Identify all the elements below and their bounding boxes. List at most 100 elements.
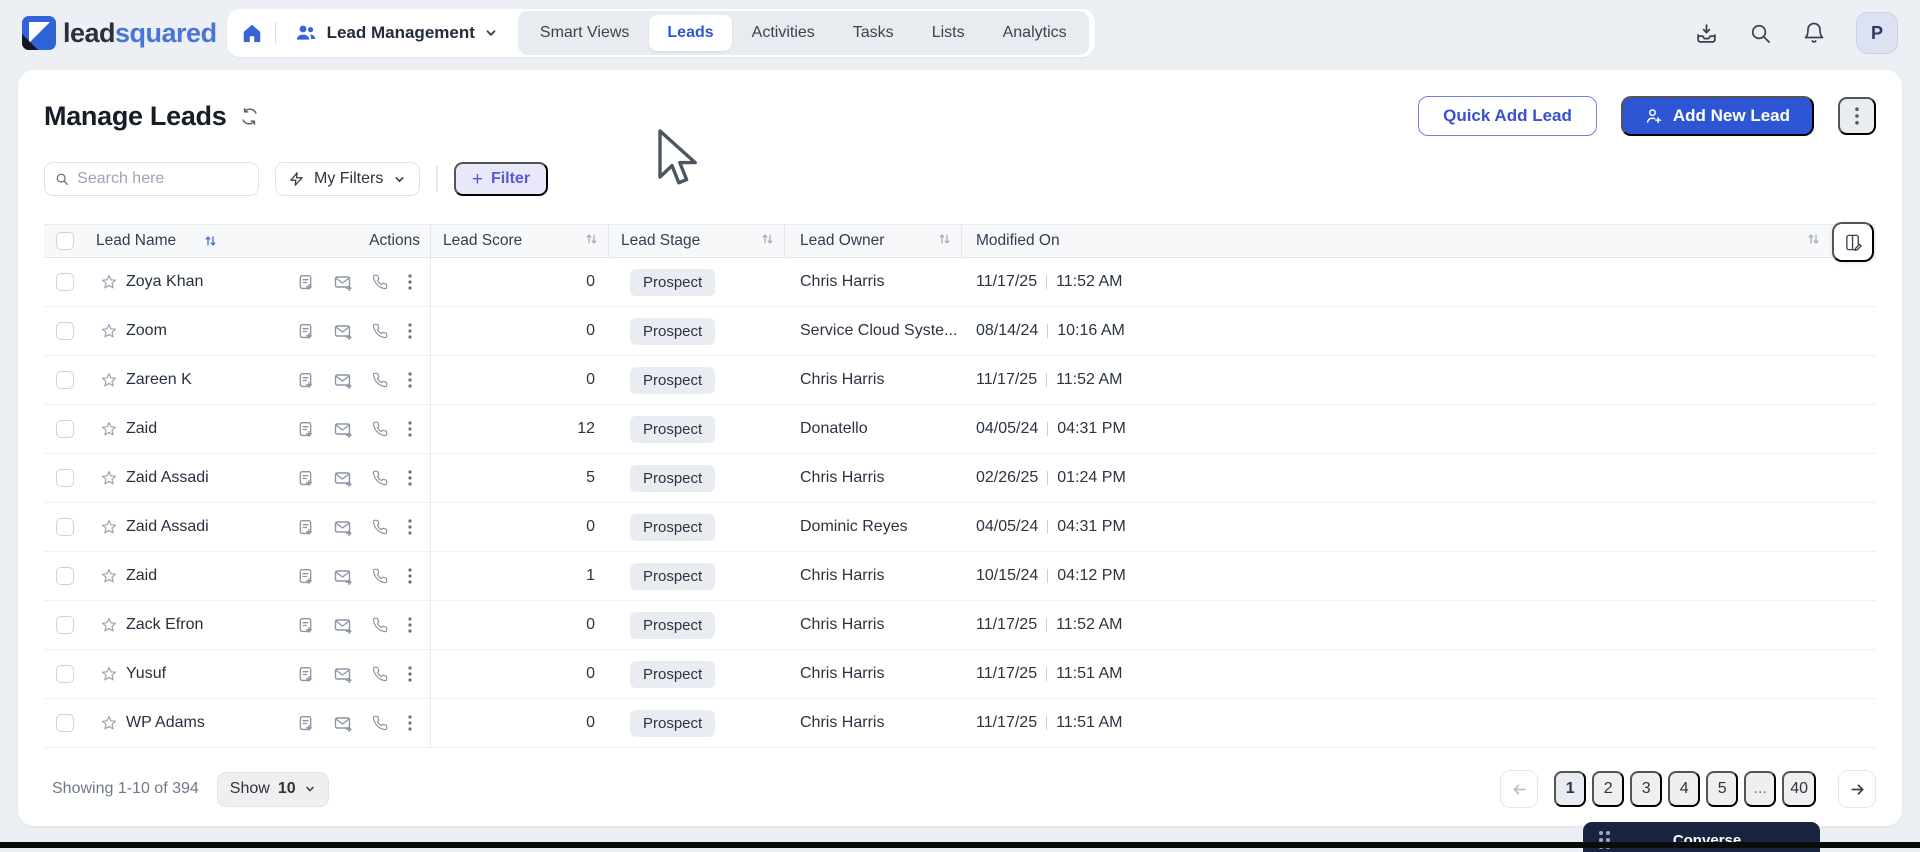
lead-name-link[interactable]: Zareen K [126,371,192,389]
star-icon[interactable] [101,274,117,290]
table-row[interactable]: Zaid Assadi [44,503,1876,552]
row-menu-icon[interactable] [408,470,412,486]
add-activity-icon[interactable] [297,470,314,487]
call-icon[interactable] [372,274,388,290]
col-lead-owner[interactable]: Lead Owner [800,232,884,250]
col-modified-on[interactable]: Modified On [976,232,1060,250]
lead-name-link[interactable]: Zaid [126,420,157,438]
send-email-icon[interactable] [334,274,352,291]
row-checkbox[interactable] [56,714,74,732]
row-menu-icon[interactable] [408,274,412,290]
search-input[interactable] [77,170,248,188]
quick-add-lead-button[interactable]: Quick Add Lead [1418,96,1597,136]
add-new-lead-button[interactable]: Add New Lead [1620,96,1814,136]
table-row[interactable]: Zoya Khan 0 Prospect Chris Harris 11/17/… [44,258,1876,307]
previous-page-button[interactable] [1500,770,1539,808]
col-lead-stage[interactable]: Lead Stage [621,232,700,250]
page-button[interactable]: 40 [1782,771,1816,807]
lead-name-link[interactable]: Zaid [126,567,157,585]
row-menu-icon[interactable] [408,519,412,535]
call-icon[interactable] [372,519,388,535]
star-icon[interactable] [101,715,117,731]
my-filters-dropdown[interactable]: My Filters [275,162,421,196]
send-email-icon[interactable] [334,617,352,634]
table-row[interactable]: Zoom 0 Prospect Service Cloud Syste... 0… [44,307,1876,356]
row-checkbox[interactable] [56,322,74,340]
leadsquared-logo[interactable]: leadsquared [22,16,217,50]
table-row[interactable]: WP Adams 0 Prospect Chris Harris 11/17/2… [44,699,1876,748]
call-icon[interactable] [372,617,388,633]
lead-name-link[interactable]: Zack Efron [126,616,203,634]
col-lead-name[interactable]: Lead Name [96,232,176,250]
add-activity-icon[interactable] [297,323,314,340]
col-lead-score[interactable]: Lead Score [443,232,522,250]
page-button[interactable]: 4 [1668,771,1701,807]
refresh-icon[interactable] [240,107,259,126]
add-activity-icon[interactable] [297,568,314,585]
call-icon[interactable] [372,323,388,339]
table-row[interactable]: Zack Efron 0 Prospect Chris Harris 11/17… [44,601,1876,650]
search-icon[interactable] [1749,22,1772,45]
row-menu-icon[interactable] [408,568,412,584]
table-row[interactable]: Zaid [44,552,1876,601]
add-activity-icon[interactable] [297,372,314,389]
call-icon[interactable] [372,568,388,584]
lead-name-link[interactable]: Zaid Assadi [126,518,209,536]
star-icon[interactable] [101,568,117,584]
table-row[interactable]: Zaid [44,405,1876,454]
sort-lead-stage-icon[interactable] [761,232,774,251]
sort-lead-owner-icon[interactable] [938,232,951,251]
add-activity-icon[interactable] [297,519,314,536]
row-checkbox[interactable] [56,567,74,585]
lead-name-link[interactable]: Zoya Khan [126,273,203,291]
row-menu-icon[interactable] [408,421,412,437]
lead-name-link[interactable]: Yusuf [126,665,166,683]
home-icon[interactable] [241,22,263,44]
star-icon[interactable] [101,372,117,388]
row-menu-icon[interactable] [408,372,412,388]
table-row[interactable]: Yusuf 0 Prospect Chris Harris 11/17/25 1… [44,650,1876,699]
row-checkbox[interactable] [56,616,74,634]
send-email-icon[interactable] [334,519,352,536]
add-activity-icon[interactable] [297,274,314,291]
call-icon[interactable] [372,715,388,731]
inbox-icon[interactable] [1694,21,1719,46]
module-tab[interactable]: Tasks [835,15,912,51]
star-icon[interactable] [101,323,117,339]
row-menu-icon[interactable] [408,666,412,682]
send-email-icon[interactable] [334,715,352,732]
send-email-icon[interactable] [334,372,352,389]
send-email-icon[interactable] [334,323,352,340]
table-row[interactable]: Zareen K 0 Prospect Chris Harris 11/17/2… [44,356,1876,405]
module-tab[interactable]: Lists [914,15,983,51]
module-tab[interactable]: Leads [649,15,732,51]
star-icon[interactable] [101,470,117,486]
call-icon[interactable] [372,470,388,486]
lead-name-link[interactable]: WP Adams [126,714,205,732]
next-page-button[interactable] [1838,770,1876,808]
row-menu-icon[interactable] [408,715,412,731]
star-icon[interactable] [101,519,117,535]
module-tab[interactable]: Activities [734,15,833,51]
user-avatar[interactable]: P [1856,12,1898,54]
add-activity-icon[interactable] [297,715,314,732]
column-settings-button[interactable] [1832,222,1874,262]
row-menu-icon[interactable] [408,617,412,633]
table-row[interactable]: Zaid Assadi [44,454,1876,503]
row-checkbox[interactable] [56,420,74,438]
add-activity-icon[interactable] [297,421,314,438]
call-icon[interactable] [372,372,388,388]
page-button[interactable]: ... [1744,771,1777,807]
row-checkbox[interactable] [56,665,74,683]
row-checkbox[interactable] [56,273,74,291]
send-email-icon[interactable] [334,470,352,487]
page-size-dropdown[interactable]: Show 10 [216,771,329,807]
page-button[interactable]: 2 [1592,771,1625,807]
lead-name-link[interactable]: Zoom [126,322,167,340]
call-icon[interactable] [372,421,388,437]
sort-lead-name-icon[interactable] [204,234,217,248]
page-more-options-button[interactable] [1838,97,1876,135]
send-email-icon[interactable] [334,568,352,585]
send-email-icon[interactable] [334,421,352,438]
workspace-switcher[interactable]: Lead Management [288,21,504,45]
